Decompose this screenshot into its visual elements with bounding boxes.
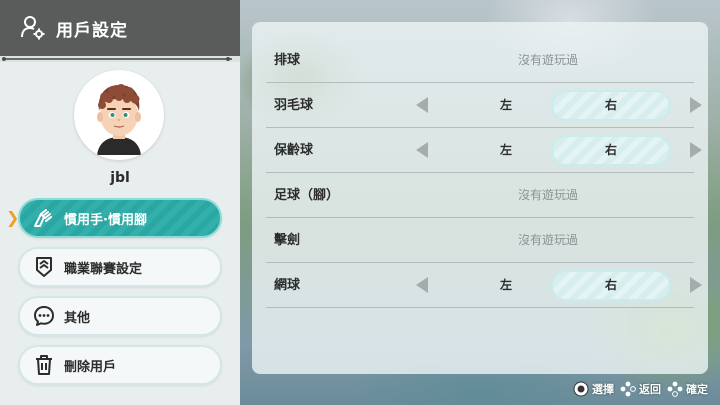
hint-confirm[interactable]: 確定 [667,381,708,397]
menu-item-pro-league[interactable]: 職業聯賽設定 [18,247,222,287]
menu-item-other[interactable]: 其他 [18,296,222,336]
menu-item-handedness[interactable]: 慣用手·慣用腳 [18,198,222,238]
setting-label: 排球 [274,53,301,68]
setting-status: 沒有遊玩過 [518,188,579,202]
setting-label: 保齡球 [274,143,314,158]
option-left[interactable]: 左 [500,263,512,308]
setting-row-volleyball: 排球 沒有遊玩過 [266,38,694,83]
menu-item-label: 職業聯賽設定 [64,261,143,277]
header: 用戶設定 [0,0,240,56]
setting-row-tennis[interactable]: 網球 左 右 [266,263,702,308]
setting-status: 沒有遊玩過 [518,53,579,67]
arrow-left-icon[interactable] [416,97,428,113]
setting-status: 沒有遊玩過 [518,233,579,247]
arrow-right-icon[interactable] [690,142,702,158]
stick-icon [573,381,589,397]
option-right-selected[interactable]: 右 [551,270,671,301]
hint-back-label: 返回 [639,383,661,396]
hint-select: 選擇 [573,381,614,397]
settings-card: 排球 沒有遊玩過 羽毛球 左 右 保齡球 左 右 足球（腳） 沒有遊玩過 擊劍 … [252,22,708,374]
setting-label: 擊劍 [274,233,301,248]
left-panel: 用戶設定 jbl ❯ 慣用手·慣用腳 職業聯賽設定 其他 刪除用戶 [0,0,240,405]
menu-item-delete-user[interactable]: 刪除用戶 [18,345,222,385]
page-title: 用戶設定 [56,20,128,41]
setting-row-soccer: 足球（腳） 沒有遊玩過 [266,173,694,218]
avatar [74,70,164,160]
arrow-left-icon[interactable] [416,277,428,293]
username: jbl [110,170,130,186]
hint-back[interactable]: 返回 [620,381,661,397]
b-button-icon [620,381,636,397]
hint-select-label: 選擇 [592,383,614,396]
trash-icon [36,355,52,375]
setting-row-badminton[interactable]: 羽毛球 左 右 [266,83,702,128]
option-left[interactable]: 左 [500,128,512,173]
user-settings-icon [21,16,45,40]
setting-label: 羽毛球 [274,98,314,113]
setting-row-bowling[interactable]: 保齡球 左 右 [266,128,702,173]
arrow-right-icon[interactable] [690,277,702,293]
menu-item-label: 慣用手·慣用腳 [64,212,147,228]
option-left[interactable]: 左 [500,83,512,128]
setting-label: 足球（腳） [274,188,340,203]
setting-row-fencing: 擊劍 沒有遊玩過 [266,218,694,263]
menu-item-label: 刪除用戶 [64,359,117,375]
menu-item-label: 其他 [64,310,91,326]
hint-confirm-label: 確定 [686,383,708,396]
rank-icon [36,257,52,277]
button-hints: 選擇 返回 確定 [573,379,708,399]
arrow-left-icon[interactable] [416,142,428,158]
ellipsis-icon [34,306,54,326]
header-divider [0,56,240,62]
hands-icon [34,209,52,227]
setting-label: 網球 [274,278,301,293]
arrow-right-icon[interactable] [690,97,702,113]
option-right-selected[interactable]: 右 [551,135,671,166]
a-button-icon [667,381,683,397]
option-right-selected[interactable]: 右 [551,90,671,121]
mii-avatar-image [97,84,141,155]
